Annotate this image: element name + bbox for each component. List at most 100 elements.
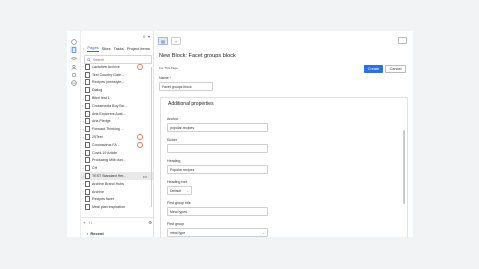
- properties-heading: Additional properties: [168, 101, 214, 107]
- tree-row[interactable]: Covid-19 Article: [81, 149, 153, 157]
- tree-row[interactable]: › TEST Standard Her... •••: [81, 172, 153, 180]
- warning-icon: [137, 134, 143, 141]
- page-icon: [85, 165, 90, 172]
- tab-back-icon[interactable]: ‹: [83, 45, 84, 52]
- first-group-title-field[interactable]: Meal types: [167, 207, 268, 216]
- tree-row[interactable]: › CH: [81, 164, 153, 172]
- search-input[interactable]: [91, 57, 151, 62]
- plus-icon: +: [174, 38, 178, 44]
- tree-row[interactable]: Dialog: [81, 86, 153, 94]
- page-icon: [85, 157, 90, 164]
- page-icon: [85, 134, 90, 141]
- tree-row[interactable]: › Arla Pledge: [81, 118, 153, 126]
- tree-footer: + ↑↓ ⚙: [81, 217, 155, 226]
- page-icon: [85, 110, 90, 117]
- tree-row[interactable]: › Recipes (newstyle...: [81, 79, 153, 87]
- tree-row-label: Producing Milk duri...: [92, 158, 126, 163]
- tree-row[interactable]: Meal plan inspiration: [81, 203, 153, 211]
- chevron-down-icon[interactable]: ▾: [148, 34, 150, 39]
- page-icon: [85, 180, 90, 187]
- editor-toolbar: ▤ +: [158, 37, 181, 45]
- page-icon: [85, 87, 90, 94]
- layout-toggle-button[interactable]: ▤: [158, 37, 168, 45]
- page-icon: [85, 118, 90, 125]
- cancel-button[interactable]: Cancel: [385, 65, 406, 73]
- page-icon: [85, 196, 90, 203]
- first-group-select[interactable]: meal type ⌄: [167, 228, 268, 237]
- page-icon: [85, 102, 90, 109]
- sort-icon[interactable]: ↑↓: [88, 220, 92, 225]
- first-group-title-label: First group title: [167, 201, 191, 205]
- first-group-value: meal type: [170, 230, 186, 235]
- page-icon: [85, 71, 90, 78]
- tree-row[interactable]: › Lactofree Archive: [81, 63, 153, 71]
- page-icon: [85, 141, 90, 148]
- properties-scrollbar[interactable]: [403, 130, 405, 204]
- heading-label: Heading: [167, 159, 181, 163]
- tab-pages[interactable]: Pages: [87, 44, 99, 52]
- first-group-label: First group: [167, 222, 185, 226]
- tree-row[interactable]: Producing Milk duri...: [81, 157, 153, 165]
- page-icon: [85, 188, 90, 195]
- gear-icon[interactable]: ⚙: [148, 220, 152, 225]
- tree-row-label: Archive Brand Hubs: [92, 181, 124, 186]
- more-options-icon[interactable]: •••: [143, 174, 147, 179]
- add-button[interactable]: +: [171, 37, 181, 45]
- tree-scrollbar[interactable]: [151, 67, 152, 207]
- for-this-page-label: For This Page: [159, 66, 178, 70]
- users-icon[interactable]: [70, 63, 77, 70]
- tree-row-label: Meal plan inspiration: [92, 205, 125, 210]
- action-buttons: Create Cancel: [363, 65, 406, 73]
- warning-icon: [137, 141, 143, 148]
- layout-icon: ▤: [161, 38, 165, 44]
- info-icon[interactable]: [70, 38, 77, 45]
- tree-row[interactable]: › Crossmedia Buy Ba...: [81, 102, 153, 110]
- tree-row[interactable]: Coronavirus FA...: [81, 141, 153, 149]
- additional-properties-panel: Additional properties Anchor popular-rec…: [160, 97, 408, 238]
- tree-row-label: Arla Pledge: [92, 119, 111, 124]
- heading-font-label: Heading font: [167, 180, 188, 184]
- collapse-panel-icon[interactable]: [398, 37, 407, 44]
- page-icon: [85, 63, 90, 70]
- editor-pane: ▤ + New Block: Facet groups block For Th…: [154, 31, 413, 238]
- tab-sites[interactable]: Sites: [102, 45, 111, 52]
- page-tree-list: › Lactofree Archive Test Country Gate... › R…: [81, 63, 153, 211]
- tree-row-label: Forward Thinking ...: [92, 127, 124, 132]
- layers-icon[interactable]: [70, 55, 77, 62]
- tree-row-label: 25Test: [92, 135, 103, 140]
- kicker-field[interactable]: [167, 144, 268, 153]
- tree-row[interactable]: › 25Test: [81, 133, 153, 141]
- chevron-down-icon: ⌄: [186, 188, 189, 193]
- tab-project-items[interactable]: Project items: [127, 45, 150, 52]
- chevron-right-icon: ›: [87, 230, 89, 236]
- tree-row[interactable]: › Bibel test 1: [81, 94, 153, 102]
- tree-row[interactable]: › Archive Brand Hubs: [81, 180, 153, 188]
- settings-icon[interactable]: [70, 71, 77, 78]
- add-page-icon[interactable]: +: [83, 220, 85, 225]
- tree-row[interactable]: › Archive: [81, 188, 153, 196]
- tree-row[interactable]: Test Country Gate...: [81, 71, 153, 79]
- page-icon: [85, 79, 90, 86]
- chevron-down-icon: ⌄: [262, 230, 265, 235]
- heading-field[interactable]: Popular recipes: [167, 165, 268, 174]
- page-icon: [85, 149, 90, 156]
- tree-row-label: Recipes (newstyle...: [92, 80, 125, 85]
- create-button[interactable]: Create: [363, 65, 384, 73]
- name-label: Name *: [159, 76, 171, 80]
- page-icon: [85, 173, 90, 180]
- tree-row-label: CH: [92, 166, 98, 171]
- tree-row[interactable]: Recipes facet: [81, 196, 153, 204]
- name-field[interactable]: Facet groups block: [159, 82, 213, 91]
- recent-section[interactable]: › Recent: [81, 229, 159, 237]
- anchor-label: Anchor: [167, 117, 179, 121]
- tree-row-label: Covid-19 Article: [92, 150, 118, 155]
- tab-tasks[interactable]: Tasks: [114, 45, 124, 52]
- anchor-field[interactable]: popular-recipes: [167, 123, 268, 132]
- tree-row[interactable]: Arla Explorers Aust...: [81, 110, 153, 118]
- tree-row[interactable]: › Forward Thinking ...: [81, 125, 153, 133]
- pages-icon[interactable]: [70, 46, 77, 53]
- columns-icon[interactable]: ii: [143, 34, 145, 39]
- tree-row-label: Lactofree Archive: [92, 64, 120, 69]
- heading-font-select[interactable]: Default ⌄: [167, 186, 192, 195]
- globe-icon[interactable]: [70, 79, 77, 86]
